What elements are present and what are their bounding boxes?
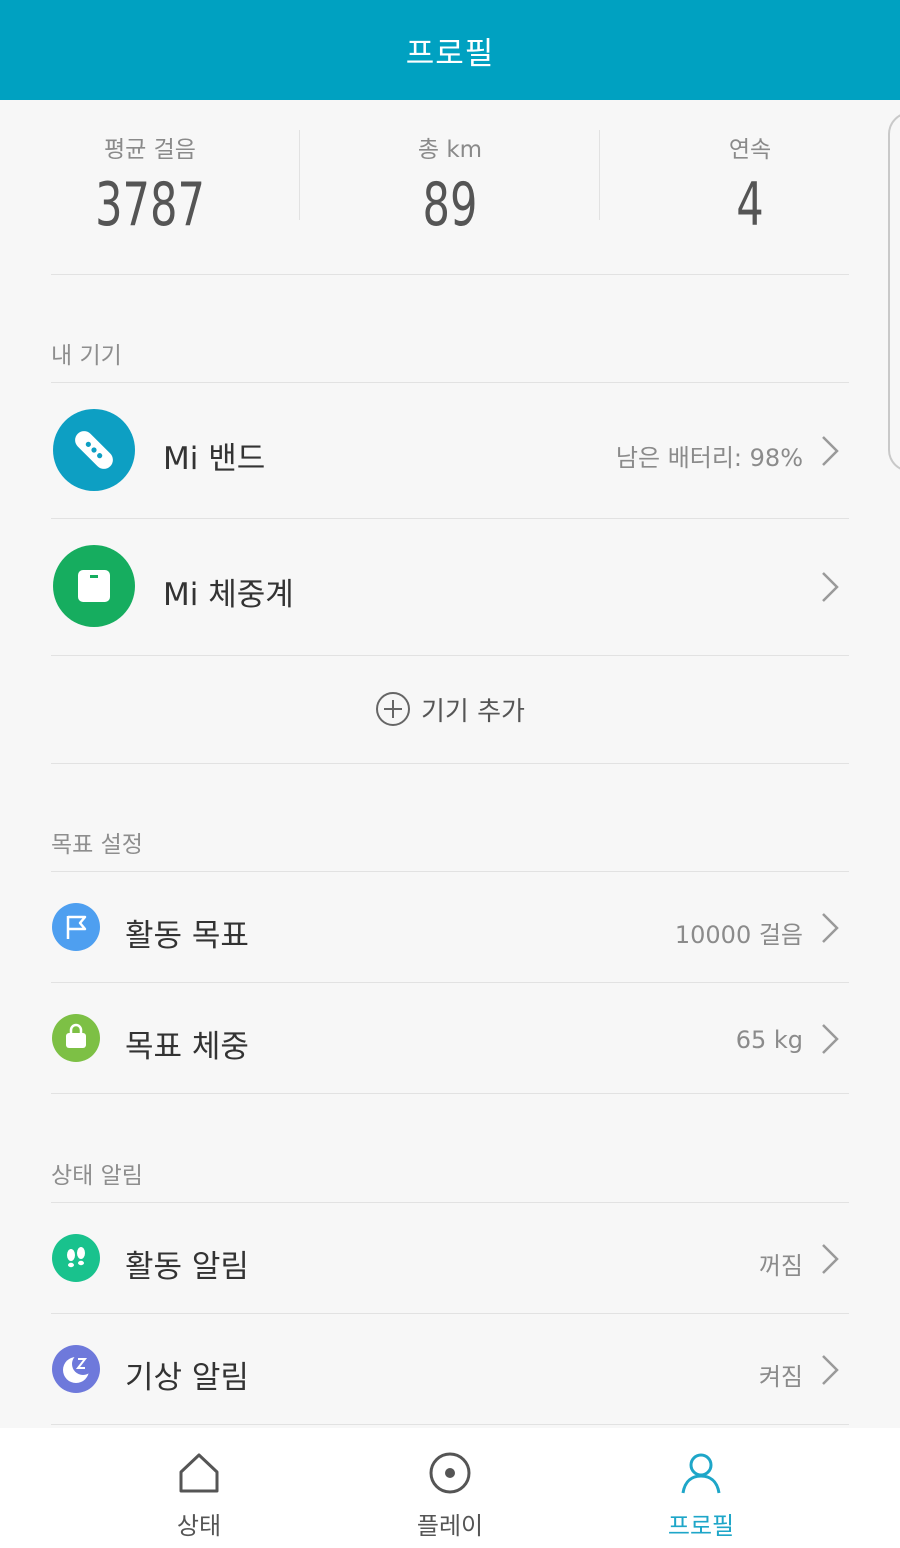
add-device-button[interactable]: 기기 추가 — [0, 655, 900, 763]
page-title: 프로필 — [405, 35, 495, 72]
play-target-icon — [429, 1452, 471, 1494]
chevron-right-icon — [822, 913, 839, 943]
stat-streak: 연속 4 — [600, 100, 900, 275]
tab-label: 프로필 — [667, 1512, 735, 1540]
alert-status: 켜짐 — [758, 1363, 803, 1391]
device-row-mi-band[interactable]: Mi 밴드 남은 배터리: 98% — [51, 383, 849, 518]
device-row-mi-scale[interactable]: Mi 체중계 — [51, 519, 849, 654]
chevron-right-icon — [822, 436, 839, 466]
divider — [51, 274, 849, 275]
chevron-right-icon — [822, 1355, 839, 1385]
alert-status: 꺼짐 — [758, 1252, 803, 1280]
alert-row-activity[interactable]: 활동 알림 꺼짐 — [51, 1203, 849, 1313]
section-title-alerts: 상태 알림 — [51, 1163, 143, 1189]
chevron-right-icon — [822, 1244, 839, 1274]
bottom-tab-bar: 상태 플레이 프로필 — [0, 1428, 900, 1548]
scale-icon — [53, 545, 135, 627]
stat-divider — [599, 130, 600, 220]
stat-value: 3787 — [95, 170, 205, 240]
goal-value: 65 kg — [735, 1026, 803, 1054]
stat-label: 연속 — [728, 137, 772, 163]
stat-average-steps: 평균 걸음 3787 — [0, 100, 300, 275]
stats-summary: 평균 걸음 3787 총 km 89 연속 4 — [0, 100, 900, 275]
home-icon — [179, 1453, 219, 1493]
goal-name: 목표 체중 — [125, 1029, 249, 1065]
moon-sleep-icon — [52, 1345, 100, 1393]
stat-divider — [299, 130, 300, 220]
goal-value: 10000 걸음 — [674, 921, 803, 949]
plus-circle-icon — [376, 692, 411, 726]
app-header: 프로필 — [0, 0, 900, 100]
goal-row-weight[interactable]: 목표 체중 65 kg — [51, 983, 849, 1093]
band-icon — [53, 409, 135, 491]
footprints-icon — [52, 1234, 100, 1282]
divider — [51, 1424, 849, 1425]
profile-icon — [681, 1453, 721, 1494]
alert-name: 기상 알림 — [125, 1360, 249, 1396]
chevron-right-icon — [822, 572, 839, 602]
divider — [51, 763, 849, 764]
stat-label: 평균 걸음 — [104, 137, 196, 163]
section-title-devices: 내 기기 — [51, 343, 122, 369]
stat-label: 총 km — [417, 137, 483, 163]
battery-status: 남은 배터리: 98% — [615, 444, 803, 472]
alert-name: 활동 알림 — [125, 1249, 249, 1285]
device-name: Mi 밴드 — [163, 441, 266, 477]
edge-panel-handle[interactable] — [888, 112, 900, 472]
stat-value: 89 — [422, 170, 478, 240]
add-device-label: 기기 추가 — [421, 696, 525, 727]
chevron-right-icon — [822, 1024, 839, 1054]
device-name: Mi 체중계 — [163, 577, 294, 613]
goal-row-activity[interactable]: 활동 목표 10000 걸음 — [51, 872, 849, 982]
goal-name: 활동 목표 — [125, 918, 249, 954]
alert-row-wakeup[interactable]: 기상 알림 켜짐 — [51, 1314, 849, 1424]
stat-value: 4 — [736, 170, 764, 240]
section-title-goals: 목표 설정 — [51, 832, 143, 858]
weight-bag-icon — [52, 1014, 100, 1062]
divider — [51, 1093, 849, 1094]
tab-profile[interactable]: 프로필 — [551, 1428, 851, 1548]
flag-icon — [52, 903, 100, 951]
stat-total-km: 총 km 89 — [300, 100, 600, 275]
